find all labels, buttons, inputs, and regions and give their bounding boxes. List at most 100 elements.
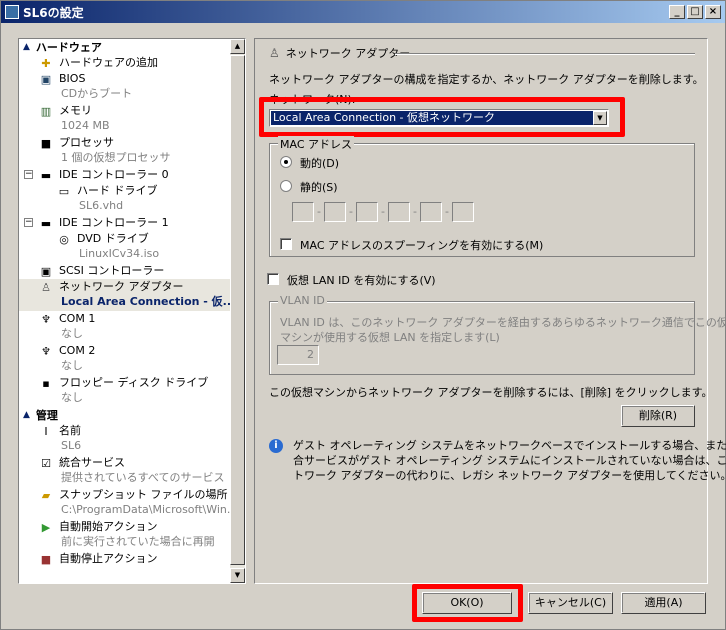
vlan-enable-checkbox[interactable] <box>267 273 279 285</box>
tree-item-label: メモリ <box>59 104 92 117</box>
tree-item-label: 名前 <box>59 424 81 437</box>
tree-item-sub: C:\ProgramData\Microsoft\Win... <box>61 503 231 516</box>
settings-tree-pane: ▲ ハードウェア ✚ ハードウェアの追加 ▣ BIOS CDからブート ▥ メモ… <box>18 38 246 584</box>
collapse-icon[interactable]: ▲ <box>23 410 30 420</box>
vlan-id-input[interactable]: 2 <box>277 345 319 365</box>
tree-item-sub: 提供されているすべてのサービス <box>61 471 225 484</box>
name-icon: I <box>44 425 48 438</box>
tree-item-hard-drive[interactable]: ▭ ハード ドライブ SL6.vhd <box>19 183 231 215</box>
tree-item-label: COM 2 <box>59 344 96 357</box>
tree-item-label: プロセッサ <box>59 136 114 149</box>
tree-item-floppy[interactable]: ▪ フロッピー ディスク ドライブ なし <box>19 375 231 407</box>
mac-octet-3[interactable] <box>356 202 378 222</box>
tree-scrollbar[interactable]: ▲ ▼ <box>230 39 245 583</box>
tree-item-label: BIOS <box>59 72 86 85</box>
vlan-description-1: VLAN ID は、このネットワーク アダプターを経由するあらゆるネットワーク通… <box>280 316 726 329</box>
bios-icon: ▣ <box>40 73 52 86</box>
scroll-thumb[interactable] <box>230 55 245 565</box>
panel-title: ♙ ネットワーク アダプター <box>269 45 410 61</box>
tree-item-label: 自動停止アクション <box>59 552 158 565</box>
snapshot-folder-icon: ▰ <box>41 489 51 502</box>
mac-static-radio[interactable] <box>280 180 292 192</box>
mac-spoofing-checkbox[interactable] <box>280 238 292 250</box>
tree-item-sub: 前に実行されていた場合に再開 <box>61 535 215 548</box>
tree-item-sub: SL6 <box>61 439 82 452</box>
mac-dynamic-radio[interactable] <box>280 156 292 168</box>
tree-item-sub: なし <box>61 327 83 340</box>
panel-title-text: ネットワーク アダプター <box>285 47 411 60</box>
settings-tree: ▲ ハードウェア ✚ ハードウェアの追加 ▣ BIOS CDからブート ▥ メモ… <box>19 39 231 583</box>
section-hardware[interactable]: ▲ ハードウェア <box>19 39 231 55</box>
mac-octet-1[interactable] <box>292 202 314 222</box>
dvd-icon: ◎ <box>59 233 69 246</box>
scroll-up-icon[interactable]: ▲ <box>230 39 245 54</box>
processor-icon: ■ <box>40 137 52 150</box>
vlan-description-2: マシンが使用する仮想 LAN を指定します(L) <box>280 331 500 344</box>
tree-item-label: IDE コントローラー 0 <box>59 168 169 181</box>
hard-drive-icon: ▭ <box>58 185 70 198</box>
tree-item-bios[interactable]: ▣ BIOS CDからブート <box>19 71 231 103</box>
tree-item-integration-services[interactable]: ☑ 統合サービス 提供されているすべてのサービス <box>19 455 231 487</box>
tree-item-sub: Local Area Connection - 仮... <box>61 295 231 308</box>
mac-octet-2[interactable] <box>324 202 346 222</box>
vlan-group-legend: VLAN ID <box>278 294 327 307</box>
tree-item-snapshot-location[interactable]: ▰ スナップショット ファイルの場所 C:\ProgramData\Micros… <box>19 487 231 519</box>
tree-item-add-hardware[interactable]: ✚ ハードウェアの追加 <box>19 55 231 71</box>
mac-static-label: 静的(S) <box>300 181 338 194</box>
collapse-toggle-icon[interactable]: − <box>24 170 33 179</box>
tree-item-label: 統合サービス <box>59 456 125 469</box>
tree-item-com2[interactable]: ♆ COM 2 なし <box>19 343 231 375</box>
remove-description: この仮想マシンからネットワーク アダプターを削除するには、[削除] をクリックし… <box>269 386 713 399</box>
tree-item-label: ネットワーク アダプター <box>59 280 184 293</box>
mac-octet-5[interactable] <box>420 202 442 222</box>
section-management[interactable]: ▲ 管理 <box>19 407 231 423</box>
settings-app-icon <box>5 5 19 19</box>
collapse-toggle-icon[interactable]: − <box>24 218 33 227</box>
tree-item-scsi[interactable]: ▣ SCSI コントローラー <box>19 263 231 279</box>
tree-item-sub: なし <box>61 391 83 404</box>
tree-item-label: ハード ドライブ <box>77 184 158 197</box>
remove-button[interactable]: 削除(R) <box>621 405 695 427</box>
section-hardware-label: ハードウェア <box>35 41 102 54</box>
tree-item-com1[interactable]: ♆ COM 1 なし <box>19 311 231 343</box>
mac-group-legend: MAC アドレス <box>278 136 354 152</box>
vlan-enable-label: 仮想 LAN ID を有効にする(V) <box>287 274 436 287</box>
tree-item-sub: なし <box>61 359 83 372</box>
tree-item-auto-start[interactable]: ▶ 自動開始アクション 前に実行されていた場合に再開 <box>19 519 231 551</box>
tree-item-label: COM 1 <box>59 312 96 325</box>
tree-item-network-adapter[interactable]: ♙ ネットワーク アダプター Local Area Connection - 仮… <box>19 279 231 311</box>
window-title: SL6の設定 <box>23 5 84 20</box>
tree-item-sub: 1 個の仮想プロセッサ <box>61 151 171 164</box>
info-text-1: ゲスト オペレーティング システムをネットワークベースでインストールする場合、ま… <box>293 439 726 452</box>
floppy-icon: ▪ <box>42 377 50 390</box>
section-management-label: 管理 <box>35 409 58 422</box>
mac-octet-6[interactable] <box>452 202 474 222</box>
tree-item-processor[interactable]: ■ プロセッサ 1 個の仮想プロセッサ <box>19 135 231 167</box>
collapse-icon[interactable]: ▲ <box>23 42 30 52</box>
minimize-button[interactable]: _ <box>669 5 685 19</box>
network-highlight-box <box>259 97 625 137</box>
tree-item-label: SCSI コントローラー <box>59 264 165 277</box>
tree-item-ide-0[interactable]: − ▬ IDE コントローラー 0 <box>19 167 231 183</box>
close-button[interactable]: × <box>705 5 721 19</box>
tree-item-dvd-drive[interactable]: ◎ DVD ドライブ LinuxICv34.iso <box>19 231 231 263</box>
tree-item-ide-1[interactable]: − ▬ IDE コントローラー 1 <box>19 215 231 231</box>
cancel-button[interactable]: キャンセル(C) <box>528 592 613 614</box>
mac-dynamic-label: 動的(D) <box>300 157 340 170</box>
tree-item-label: 自動開始アクション <box>59 520 158 533</box>
scroll-down-icon[interactable]: ▼ <box>230 568 245 583</box>
settings-window: SL6の設定 _ □ × ▲ ハードウェア ✚ ハードウェアの追加 ▣ BIOS… <box>0 0 726 630</box>
info-icon: i <box>269 439 283 453</box>
com-port-icon: ♆ <box>41 345 51 358</box>
ide-controller-icon: ▬ <box>40 169 52 182</box>
apply-button[interactable]: 適用(A) <box>621 592 706 614</box>
tree-item-auto-stop[interactable]: ■ 自動停止アクション <box>19 551 231 567</box>
title-bar[interactable]: SL6の設定 _ □ × <box>1 1 725 23</box>
tree-item-label: ハードウェアの追加 <box>59 56 158 69</box>
tree-item-name[interactable]: I 名前 SL6 <box>19 423 231 455</box>
maximize-button[interactable]: □ <box>687 5 703 19</box>
tree-item-memory[interactable]: ▥ メモリ 1024 MB <box>19 103 231 135</box>
tree-item-label: DVD ドライブ <box>77 232 149 245</box>
memory-icon: ▥ <box>40 105 52 118</box>
mac-octet-4[interactable] <box>388 202 410 222</box>
